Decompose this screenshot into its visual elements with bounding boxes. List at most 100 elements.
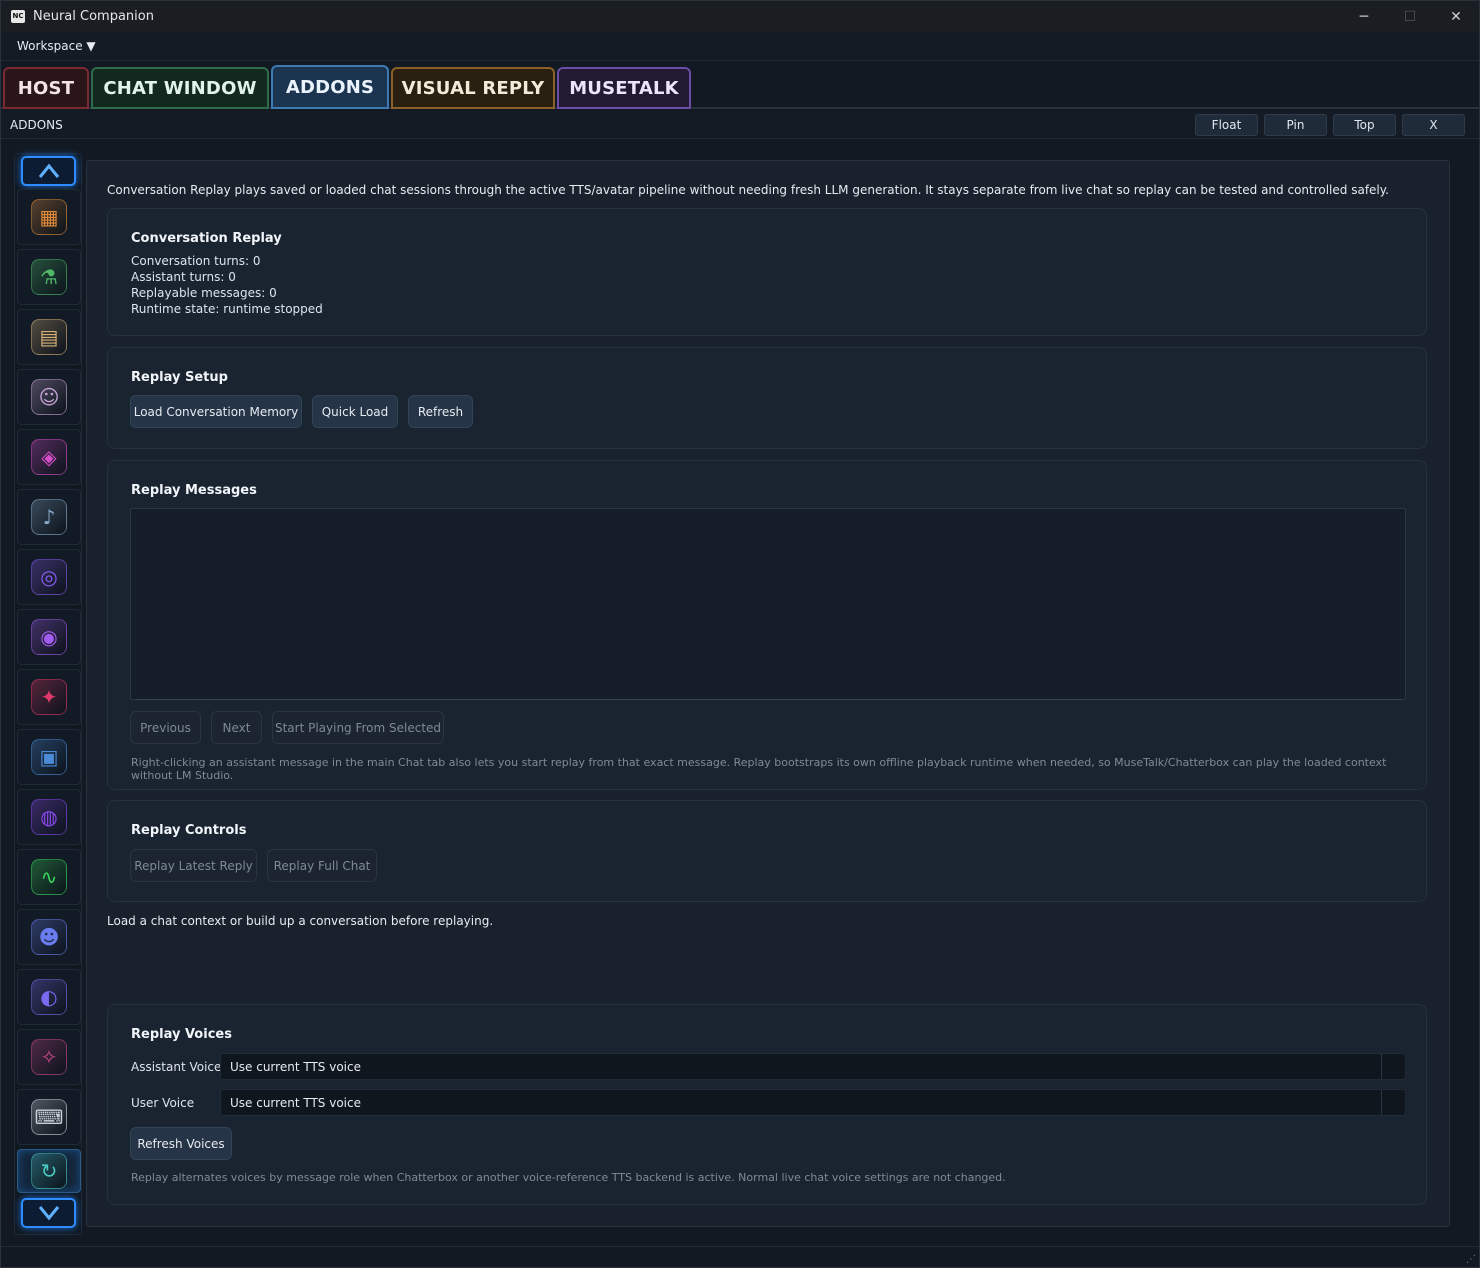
addon-content: Conversation Replay plays saved or loade… bbox=[86, 160, 1450, 1227]
tab-musetalk[interactable]: MUSETALK bbox=[557, 67, 691, 109]
app-window: NC Neural Companion ─ ☐ ✕ Workspace ▼ HO… bbox=[0, 0, 1480, 1268]
voices-note: Replay alternates voices by message role… bbox=[131, 1171, 1006, 1184]
resize-grip-icon[interactable]: ⋰ bbox=[1466, 1254, 1476, 1265]
flask-icon: ⚗ bbox=[31, 259, 67, 295]
replay-status: Load a chat context or build up a conver… bbox=[107, 914, 494, 928]
sidebar-item-orb[interactable]: ◉ bbox=[17, 609, 81, 665]
refresh-button[interactable]: Refresh bbox=[408, 395, 473, 428]
assistant-voice-select[interactable]: Use current TTS voice bbox=[220, 1053, 1406, 1080]
assistant-voice-label: Assistant Voice bbox=[131, 1060, 222, 1074]
section-title: Replay Controls bbox=[131, 823, 247, 838]
image-icon: ▣ bbox=[31, 739, 67, 775]
tab-visual-reply[interactable]: VISUAL REPLY bbox=[391, 67, 555, 109]
dropdown-arrow-icon bbox=[1381, 1054, 1405, 1079]
app-logo: NC bbox=[11, 10, 25, 23]
sidebar-item-dashboard[interactable]: ▦ bbox=[17, 189, 81, 245]
window-controls: ─ ☐ ✕ bbox=[1341, 1, 1479, 32]
runtime-state: Runtime state: runtime stopped bbox=[131, 302, 323, 316]
chevron-up-icon bbox=[38, 163, 59, 178]
replayable-messages: Replayable messages: 0 bbox=[131, 286, 277, 300]
replay-latest-reply-button[interactable]: Replay Latest Reply bbox=[130, 849, 257, 882]
sidebar-item-chat-bubbles[interactable]: ☻ bbox=[17, 909, 81, 965]
assistant-turns: Assistant turns: 0 bbox=[131, 270, 236, 284]
replay-controls-section: Replay Controls Replay Latest Reply Repl… bbox=[107, 800, 1427, 902]
replay-setup-section: Replay Setup Load Conversation Memory Qu… bbox=[107, 347, 1427, 449]
replay-message-list[interactable] bbox=[130, 508, 1406, 700]
next-button[interactable]: Next bbox=[211, 711, 262, 744]
microphone-icon: ♪ bbox=[31, 499, 67, 535]
sidebar-item-keyboard[interactable]: ⌨ bbox=[17, 1089, 81, 1145]
sidebar-item-image[interactable]: ▣ bbox=[17, 729, 81, 785]
conversation-replay-section: Conversation Replay Conversation turns: … bbox=[107, 208, 1427, 336]
close-window-button[interactable]: ✕ bbox=[1433, 1, 1479, 32]
refresh-voices-button[interactable]: Refresh Voices bbox=[130, 1127, 232, 1160]
user-voice-select[interactable]: Use current TTS voice bbox=[220, 1089, 1406, 1116]
sidebar-item-microphone[interactable]: ♪ bbox=[17, 489, 81, 545]
replay-voices-section: Replay Voices Assistant Voice Use curren… bbox=[107, 1004, 1427, 1205]
avatar-book-icon: ◈ bbox=[31, 439, 67, 475]
addon-sidebar: ▦ ⚗ ▤ ☺ ◈ ♪ ◎ ◉ ✦ ▣ ◍ ∿ ☻ ◐ ✧ ⌨ ↻ bbox=[14, 153, 82, 1235]
replay-messages-section: Replay Messages Previous Next Start Play… bbox=[107, 460, 1427, 790]
list-border bbox=[137, 699, 1401, 700]
panel-title: ADDONS bbox=[10, 118, 63, 132]
close-panel-button[interactable]: X bbox=[1402, 114, 1465, 136]
window-title: Neural Companion bbox=[33, 9, 154, 24]
tab-bar: HOST CHAT WINDOW ADDONS VISUAL REPLY MUS… bbox=[1, 61, 1479, 109]
maximize-button[interactable]: ☐ bbox=[1387, 1, 1433, 32]
sidebar-item-crest[interactable]: ✦ bbox=[17, 669, 81, 725]
scroll-up-button[interactable] bbox=[21, 156, 76, 186]
orb-icon: ◉ bbox=[31, 619, 67, 655]
sidebar-item-flask[interactable]: ⚗ bbox=[17, 249, 81, 305]
sidebar-item-waveform[interactable]: ∿ bbox=[17, 849, 81, 905]
intro-text: Conversation Replay plays saved or loade… bbox=[107, 183, 1389, 197]
top-button[interactable]: Top bbox=[1333, 114, 1396, 136]
sidebar-item-network[interactable]: ✧ bbox=[17, 1029, 81, 1085]
scroll-down-button[interactable] bbox=[21, 1198, 76, 1228]
title-bar: NC Neural Companion ─ ☐ ✕ bbox=[1, 1, 1479, 32]
tab-addons[interactable]: ADDONS bbox=[271, 65, 389, 109]
discord-icon: ◐ bbox=[31, 979, 67, 1015]
panel-header: ADDONS Float Pin Top X bbox=[1, 111, 1479, 139]
mask-icon: ☺ bbox=[31, 379, 67, 415]
dropdown-arrow-icon bbox=[1381, 1090, 1405, 1115]
chat-bubbles-icon: ☻ bbox=[31, 919, 67, 955]
sidebar-item-book[interactable]: ▤ bbox=[17, 309, 81, 365]
crest-icon: ✦ bbox=[31, 679, 67, 715]
conversation-turns: Conversation turns: 0 bbox=[131, 254, 261, 268]
status-bar: ⋰ bbox=[1, 1246, 1479, 1267]
book-icon: ▤ bbox=[31, 319, 67, 355]
pin-button[interactable]: Pin bbox=[1264, 114, 1327, 136]
section-title: Replay Voices bbox=[131, 1027, 232, 1042]
sidebar-item-replay[interactable]: ↻ bbox=[17, 1149, 81, 1193]
keyboard-icon: ⌨ bbox=[31, 1099, 67, 1135]
tab-host[interactable]: HOST bbox=[3, 67, 89, 109]
section-title: Conversation Replay bbox=[131, 231, 282, 246]
float-button[interactable]: Float bbox=[1195, 114, 1258, 136]
previous-button[interactable]: Previous bbox=[130, 711, 201, 744]
target-icon: ◎ bbox=[31, 559, 67, 595]
chevron-down-icon bbox=[38, 1206, 59, 1221]
minimize-button[interactable]: ─ bbox=[1341, 1, 1387, 32]
sidebar-item-avatar-book[interactable]: ◈ bbox=[17, 429, 81, 485]
quick-load-button[interactable]: Quick Load bbox=[312, 395, 398, 428]
waveform-icon: ∿ bbox=[31, 859, 67, 895]
messages-note: Right-clicking an assistant message in t… bbox=[131, 756, 1387, 782]
workspace-menu[interactable]: Workspace ▼ bbox=[17, 39, 96, 53]
start-playing-from-selected-button[interactable]: Start Playing From Selected bbox=[272, 711, 444, 744]
user-voice-label: User Voice bbox=[131, 1096, 195, 1110]
network-icon: ✧ bbox=[31, 1039, 67, 1075]
sidebar-item-discord[interactable]: ◐ bbox=[17, 969, 81, 1025]
section-title: Replay Messages bbox=[131, 483, 257, 498]
section-title: Replay Setup bbox=[131, 370, 228, 385]
tab-chat-window[interactable]: CHAT WINDOW bbox=[91, 67, 269, 109]
replay-icon: ↻ bbox=[31, 1153, 67, 1189]
sidebar-item-globe[interactable]: ◍ bbox=[17, 789, 81, 845]
sidebar-item-target[interactable]: ◎ bbox=[17, 549, 81, 605]
menu-bar: Workspace ▼ bbox=[1, 32, 1479, 61]
load-conversation-memory-button[interactable]: Load Conversation Memory bbox=[130, 395, 302, 428]
sidebar-item-mask[interactable]: ☺ bbox=[17, 369, 81, 425]
globe-icon: ◍ bbox=[31, 799, 67, 835]
user-voice-value: Use current TTS voice bbox=[230, 1096, 361, 1110]
dashboard-icon: ▦ bbox=[31, 199, 67, 235]
replay-full-chat-button[interactable]: Replay Full Chat bbox=[267, 849, 377, 882]
